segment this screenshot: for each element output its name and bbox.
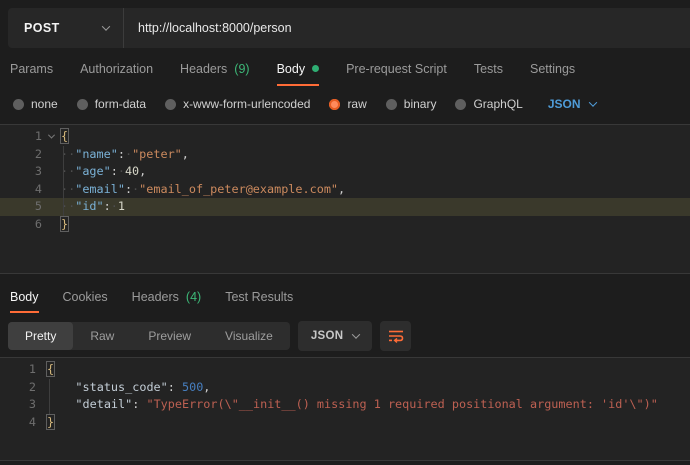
tab-params[interactable]: Params bbox=[10, 53, 53, 86]
view-preview[interactable]: Preview bbox=[131, 322, 208, 350]
body-type-row: none form-data x-www-form-urlencoded raw… bbox=[0, 89, 690, 119]
chevron-down-icon bbox=[102, 22, 110, 30]
response-headers-count-badge: (4) bbox=[186, 290, 201, 304]
radio-form-data[interactable]: form-data bbox=[77, 97, 146, 111]
response-tab-cookies[interactable]: Cookies bbox=[63, 283, 108, 313]
wrap-line-button[interactable] bbox=[380, 321, 411, 351]
code-line: 3 ··"age":·40, bbox=[0, 163, 690, 181]
response-tab-headers[interactable]: Headers (4) bbox=[132, 283, 202, 313]
chevron-down-icon bbox=[47, 132, 54, 139]
line-number: 1 bbox=[0, 128, 42, 146]
response-tabs: Body Cookies Headers (4) Test Results bbox=[0, 283, 690, 313]
indent-guide bbox=[63, 146, 64, 216]
request-url-bar: POST http://localhost:8000/person bbox=[8, 8, 690, 48]
line-number: 4 bbox=[0, 414, 36, 432]
open-brace: { bbox=[47, 362, 54, 376]
code-line: 1 { bbox=[0, 361, 690, 379]
radio-icon bbox=[455, 99, 466, 110]
fold-toggle[interactable] bbox=[42, 128, 60, 146]
radio-x-www-form-urlencoded[interactable]: x-www-form-urlencoded bbox=[165, 97, 310, 111]
line-number: 1 bbox=[0, 361, 36, 379]
wrap-line-icon bbox=[388, 329, 404, 343]
line-number: 2 bbox=[0, 146, 42, 164]
radio-selected-icon bbox=[329, 99, 340, 110]
view-switcher: Pretty Raw Preview Visualize bbox=[8, 322, 290, 350]
radio-raw[interactable]: raw bbox=[329, 97, 366, 111]
code-line: 3 "detail": "TypeError(\"__init__() miss… bbox=[0, 396, 690, 414]
tab-tests[interactable]: Tests bbox=[474, 53, 503, 86]
line-number: 5 bbox=[0, 198, 42, 216]
view-visualize[interactable]: Visualize bbox=[208, 322, 290, 350]
body-modified-dot-icon bbox=[312, 65, 319, 72]
line-number: 6 bbox=[0, 216, 42, 234]
request-body-editor[interactable]: 1 { 2 ··"name":·"peter", 3 ··"age":·40, … bbox=[0, 124, 690, 274]
method-label: POST bbox=[24, 21, 60, 35]
close-brace: } bbox=[47, 415, 54, 429]
tab-pre-request-script[interactable]: Pre-request Script bbox=[346, 53, 447, 86]
indent-guide bbox=[49, 379, 50, 414]
code-line: 4 ··"email":·"email_of_peter@example.com… bbox=[0, 181, 690, 199]
code-line: 6 } bbox=[0, 216, 690, 234]
request-language-dropdown[interactable]: JSON bbox=[548, 97, 596, 111]
request-tabs: Params Authorization Headers (9) Body Pr… bbox=[0, 53, 690, 86]
url-text: http://localhost:8000/person bbox=[138, 21, 292, 35]
line-number: 3 bbox=[0, 396, 36, 414]
code-line-highlighted: 5 ··"id":·1 bbox=[0, 198, 690, 216]
radio-binary[interactable]: binary bbox=[386, 97, 437, 111]
code-line: 2 "status_code": 500, bbox=[0, 379, 690, 397]
chevron-down-icon bbox=[352, 330, 360, 338]
tab-body[interactable]: Body bbox=[277, 53, 320, 86]
response-body-editor[interactable]: 1 { 2 "status_code": 500, 3 "detail": "T… bbox=[0, 357, 690, 461]
tab-settings[interactable]: Settings bbox=[530, 53, 575, 86]
open-brace: { bbox=[61, 129, 68, 143]
response-toolbar: Pretty Raw Preview Visualize JSON bbox=[0, 321, 690, 351]
line-number: 4 bbox=[0, 181, 42, 199]
url-input[interactable]: http://localhost:8000/person bbox=[124, 8, 690, 48]
close-brace: } bbox=[61, 217, 68, 231]
line-number: 3 bbox=[0, 163, 42, 181]
chevron-down-icon bbox=[588, 98, 596, 106]
radio-icon bbox=[386, 99, 397, 110]
response-tab-test-results[interactable]: Test Results bbox=[225, 283, 293, 313]
view-pretty[interactable]: Pretty bbox=[8, 322, 73, 350]
headers-count-badge: (9) bbox=[234, 62, 249, 76]
line-number: 2 bbox=[0, 379, 36, 397]
radio-icon bbox=[165, 99, 176, 110]
radio-graphql[interactable]: GraphQL bbox=[455, 97, 522, 111]
radio-icon bbox=[77, 99, 88, 110]
response-language-dropdown[interactable]: JSON bbox=[298, 321, 373, 351]
response-tab-body[interactable]: Body bbox=[10, 283, 39, 313]
code-line: 4 } bbox=[0, 414, 690, 432]
tab-headers[interactable]: Headers (9) bbox=[180, 53, 250, 86]
radio-icon bbox=[13, 99, 24, 110]
view-raw[interactable]: Raw bbox=[73, 322, 131, 350]
tab-authorization[interactable]: Authorization bbox=[80, 53, 153, 86]
method-dropdown[interactable]: POST bbox=[8, 8, 124, 48]
code-line: 1 { bbox=[0, 128, 690, 146]
radio-none[interactable]: none bbox=[13, 97, 58, 111]
code-line: 2 ··"name":·"peter", bbox=[0, 146, 690, 164]
